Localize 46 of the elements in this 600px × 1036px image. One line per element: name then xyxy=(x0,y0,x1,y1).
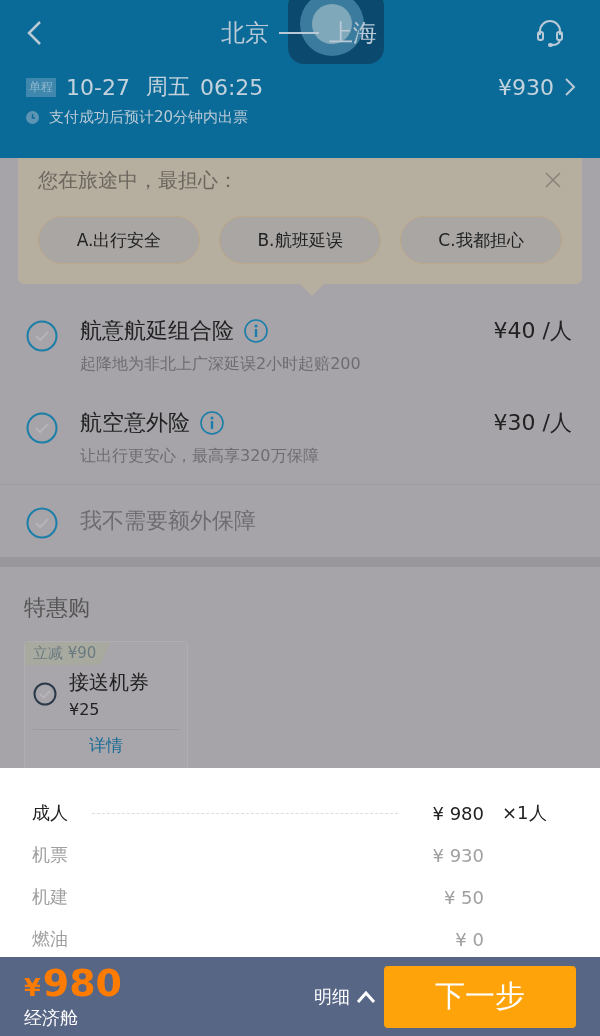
fare-label: 机建 xyxy=(32,885,68,909)
discount-badge: 立减 ¥90 xyxy=(25,642,111,665)
ticket-price[interactable]: ¥930 xyxy=(498,74,554,100)
survey-option[interactable]: B.航班延误 xyxy=(219,216,381,264)
deal-card[interactable]: 立减 ¥90 接送机券 ¥25 详情 xyxy=(24,641,188,768)
radio-button[interactable] xyxy=(33,682,57,706)
close-icon[interactable] xyxy=(544,171,562,189)
survey-question: 您在旅途中，最担心： xyxy=(38,166,238,194)
deal-name: 接送机券 xyxy=(69,669,149,696)
checkbox[interactable] xyxy=(26,320,58,352)
checkbox[interactable] xyxy=(26,412,58,444)
details-toggle[interactable]: 明细 xyxy=(314,984,376,1009)
cabin-class: 经济舱 xyxy=(24,1005,79,1030)
back-icon[interactable] xyxy=(26,20,42,46)
departure-weekday: 周五 xyxy=(145,73,190,101)
fare-amount: ¥ 980 xyxy=(431,802,484,824)
insurance-name: 航意航延组合险 xyxy=(80,317,234,345)
fare-amount: ¥ 0 xyxy=(454,928,484,950)
fare-label: 机票 xyxy=(32,843,68,867)
info-icon[interactable] xyxy=(200,411,224,435)
fare-amount: ¥ 50 xyxy=(442,886,484,908)
checkbox[interactable] xyxy=(26,507,58,539)
trip-badge: 单程 xyxy=(26,77,56,97)
departure-date: 10-27 xyxy=(66,74,130,100)
caret-icon xyxy=(356,989,376,1004)
floating-button[interactable] xyxy=(288,0,384,64)
clock-icon xyxy=(26,111,39,124)
insurance-price: ¥40 /人 xyxy=(493,317,572,345)
no-insurance-label: 我不需要额外保障 xyxy=(80,507,256,535)
insurance-name: 航空意外险 xyxy=(80,409,190,437)
survey-option[interactable]: C.我都担心 xyxy=(400,216,562,264)
info-icon[interactable] xyxy=(244,319,268,343)
origin-city: 北京 xyxy=(221,18,269,49)
fare-amount: ¥ 930 xyxy=(431,844,484,866)
total-price: ¥980 xyxy=(24,963,124,1002)
section-title: 特惠购 xyxy=(23,594,91,622)
deal-price: ¥25 xyxy=(69,700,101,719)
fare-label: 燃油 xyxy=(32,927,68,951)
insurance-price: ¥30 /人 xyxy=(493,409,572,437)
chevron-right-icon[interactable] xyxy=(564,77,576,97)
fare-label: 成人 xyxy=(32,801,68,825)
passenger-count: ×1人 xyxy=(502,802,547,823)
survey-option[interactable]: A.出行安全 xyxy=(38,216,200,264)
departure-time: 06:25 xyxy=(199,74,264,100)
ticketing-note: 支付成功后预计20分钟内出票 xyxy=(49,108,249,127)
headset-icon[interactable] xyxy=(536,18,564,48)
